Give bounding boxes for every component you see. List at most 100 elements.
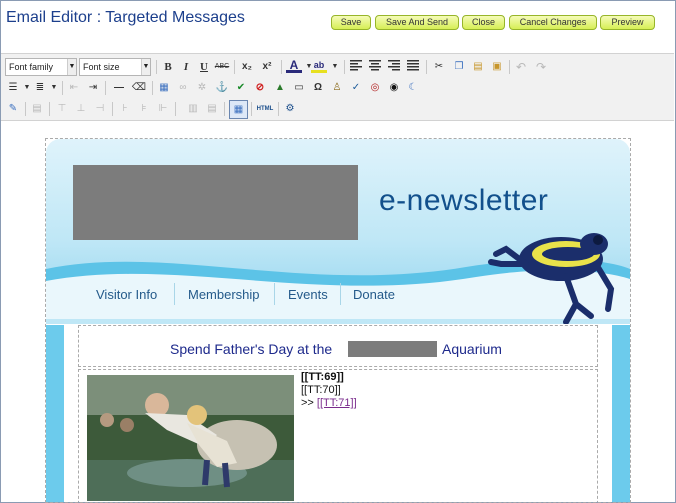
nav-membership[interactable]: Membership [188,287,260,302]
split-cells-icon[interactable]: ▥ [185,101,201,117]
chevron-down-icon[interactable]: ▼ [327,59,343,75]
token-tt70: [[TT:70]] [301,384,341,396]
redacted-name [348,341,437,357]
headline-cell[interactable] [78,325,598,367]
superscript-button[interactable]: x² [259,59,275,75]
toolbar-separator [152,81,153,95]
strikethrough-button[interactable]: ABC [214,59,230,75]
special-char-icon[interactable]: Ω [310,80,326,96]
spellcheck-icon[interactable]: ✓ [348,80,364,96]
save-and-send-button[interactable]: Save And Send [375,15,459,30]
editor-toolbar: Font family ▼ Font size ▼ B I U ABC x₂ x… [1,53,674,121]
outdent-icon[interactable]: ⇤ [66,80,82,96]
target-dark-icon[interactable]: ◉ [386,80,402,96]
horizontal-rule-icon[interactable]: — [111,80,127,96]
token-tt71-link[interactable]: [[TT:71]] [317,397,357,409]
table-icon[interactable]: ▦ [229,100,248,119]
toolbar-separator [156,60,157,74]
token-prefix: >> [301,397,314,409]
delete-row-icon[interactable]: ⊣ [92,101,108,117]
font-color-button[interactable]: A [286,58,302,73]
row-after-icon[interactable]: ⊥ [73,101,89,117]
toolbar-separator [509,60,510,74]
align-justify-icon[interactable] [405,59,421,75]
toolbar-separator [344,60,345,74]
personalize-icon[interactable]: ♙ [329,80,345,96]
font-size-select[interactable]: Font size ▼ [79,58,151,76]
col-after-icon[interactable]: ⊧ [136,101,152,117]
edit-icon[interactable]: ✎ [5,101,21,117]
paste-icon[interactable]: ▤ [470,59,486,75]
media-icon[interactable]: ▭ [291,80,307,96]
newsletter-banner: e-newsletter Visitor Info Membership Eve… [46,139,630,324]
subscript-button[interactable]: x₂ [239,59,255,75]
html-source-button[interactable]: HTML [255,101,275,117]
chevron-down-icon[interactable]: ▼ [46,80,62,96]
row-before-icon[interactable]: ⊤ [54,101,70,117]
chevron-down-icon: ▼ [141,59,150,75]
token-tt69: [[TT:69]] [301,371,344,383]
bold-button[interactable]: B [160,59,176,75]
chevron-down-icon: ▼ [67,59,76,75]
save-button[interactable]: Save [331,15,371,30]
highlight-color-button[interactable]: ab [311,58,327,73]
toolbar-separator [251,102,252,116]
toolbar-separator [105,81,106,95]
close-button[interactable]: Close [462,15,505,30]
anchor-icon[interactable]: ⚓ [214,80,230,96]
nav-separator [340,283,341,305]
toolbar-separator [234,60,235,74]
align-right-icon[interactable] [386,59,402,75]
font-family-value: Font family [9,62,54,72]
nav-separator [174,283,175,305]
target-icon[interactable]: ◎ [367,80,383,96]
undo-icon[interactable]: ↶ [513,59,529,75]
toolbar-separator [224,102,225,116]
frog-illustration [488,233,615,324]
newsletter-template[interactable]: e-newsletter Visitor Info Membership Eve… [45,138,631,503]
unlink-icon[interactable]: ✲ [194,80,210,96]
cancel-changes-button[interactable]: Cancel Changes [509,15,597,30]
settings-gear-icon[interactable]: ⚙ [282,101,298,117]
nav-separator [274,283,275,305]
toolbar-separator [25,102,26,116]
preview-button[interactable]: Preview [600,15,655,30]
document-icon[interactable]: ▦ [156,80,172,96]
eraser-icon[interactable]: ⌫ [131,80,147,96]
indent-icon[interactable]: ⇥ [85,80,101,96]
cancel-icon[interactable]: ⊘ [252,80,268,96]
font-family-select[interactable]: Font family ▼ [5,58,77,76]
col-before-icon[interactable]: ⊦ [117,101,133,117]
toolbar-separator [62,81,63,95]
logo-placeholder [73,165,358,240]
toolbar-separator [281,60,282,74]
toolbar-separator [175,102,176,116]
align-left-icon[interactable] [348,59,364,75]
table-props-icon[interactable]: ▤ [29,101,45,117]
father-child-photo[interactable] [87,375,294,501]
copy-icon[interactable]: ❐ [451,59,467,75]
underline-button[interactable]: U [196,59,212,75]
nav-visitor-info[interactable]: Visitor Info [96,287,157,302]
cut-icon[interactable]: ✂ [431,59,447,75]
token-tt71-row: >> [[TT:71]] [301,397,357,409]
toolbar-separator [112,102,113,116]
left-border-bar [46,325,64,502]
delete-col-icon[interactable]: ⊩ [155,101,171,117]
italic-button[interactable]: I [178,59,194,75]
headline-aquarium: Aquarium [442,341,502,357]
headline-text: Spend Father's Day at the [170,341,333,357]
align-center-icon[interactable] [367,59,383,75]
merge-cells-icon[interactable]: ▤ [204,101,220,117]
paste-word-icon[interactable]: ▣ [489,59,505,75]
nav-donate[interactable]: Donate [353,287,395,302]
toolbar-separator [278,102,279,116]
link-icon[interactable]: ∞ [175,80,191,96]
check-icon[interactable]: ✔ [233,80,249,96]
nav-events[interactable]: Events [288,287,328,302]
redo-icon[interactable]: ↷ [533,59,549,75]
toolbar-separator [426,60,427,74]
moon-icon[interactable]: ☾ [405,80,421,96]
image-icon[interactable]: ▲ [272,80,288,96]
right-border-bar [612,325,630,502]
